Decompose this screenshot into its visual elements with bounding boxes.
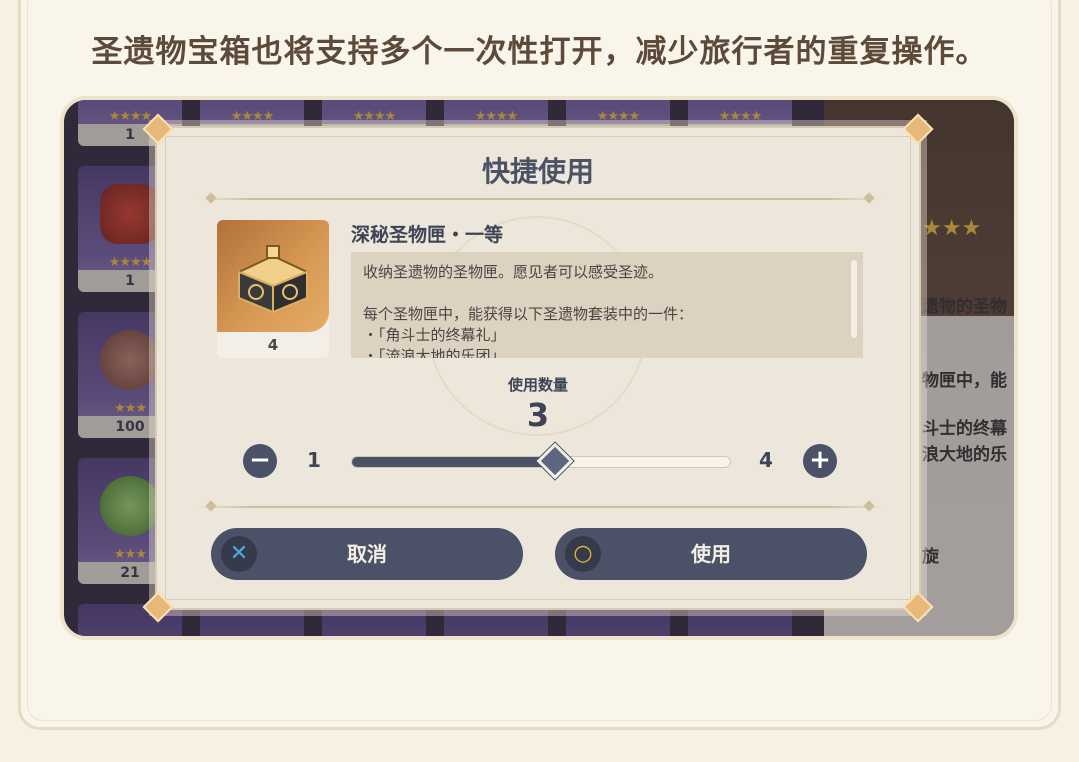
description-line: ・「流浪大地的乐团」 [363,347,506,358]
item-card: 4 [217,220,329,358]
item-count: 4 [267,336,279,354]
description-line: 每个圣物匣中，能获得以下圣遗物套装中的一件： [363,305,694,323]
item-description[interactable]: 收纳圣遗物的圣物匣。愿见者可以感受圣迹。 每个圣物匣中，能获得以下圣遗物套装中的… [351,252,863,358]
use-label: 使用 [691,542,731,566]
item-art [217,220,329,332]
description-line [363,283,845,304]
divider [197,506,883,508]
increase-button[interactable]: + [803,444,837,478]
slider-thumb[interactable] [536,442,574,480]
minus-icon: − [249,445,271,475]
plus-icon: + [809,445,831,475]
circle-icon: ○ [565,536,601,572]
cancel-label: 取消 [347,542,387,566]
quantity-label: 使用数量 [507,376,568,394]
quick-use-dialog: 快捷使用 4 深秘圣物匣・一等 收纳圣遗物的圣物匣。愿见者可以感受圣迹。 每个圣… [142,113,934,623]
quantity-value: 3 [526,396,550,434]
dialog-title: 快捷使用 [481,155,594,188]
item-name: 深秘圣物匣・一等 [351,224,504,246]
headline: 圣遗物宝箱也将支持多个一次性打开，减少旅行者的重复操作。 [91,34,988,70]
decrease-button[interactable]: − [243,444,277,478]
use-button[interactable]: ○ 使用 [555,528,867,580]
slider-fill [352,457,555,467]
slider-min: 1 [307,448,321,472]
description-scrollbar[interactable] [851,260,857,338]
slider-max: 4 [759,448,773,472]
quantity-slider[interactable] [351,442,731,480]
description-line: 收纳圣遗物的圣物匣。愿见者可以感受圣迹。 [363,263,664,281]
description-line: ・「角斗士的终幕礼」 [363,326,506,344]
divider [197,198,883,200]
cancel-button[interactable]: ✕ 取消 [211,528,523,580]
cross-icon: ✕ [221,536,257,572]
chest-icon [236,245,310,314]
